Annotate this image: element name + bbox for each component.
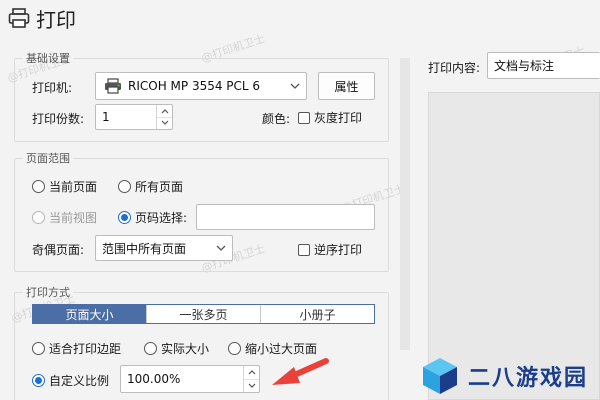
grayscale-checkbox[interactable]: 灰度打印 <box>298 109 362 126</box>
print-content-label: 打印内容: <box>428 61 481 75</box>
increment-button[interactable] <box>157 105 172 118</box>
copies-label: 打印份数: <box>32 112 85 126</box>
dialog-title: 打印 <box>8 4 76 32</box>
print-preview-area <box>428 92 600 400</box>
radio-page-select[interactable]: 页码选择: <box>118 209 187 226</box>
printer-icon <box>8 8 30 28</box>
reverse-print-label: 逆序打印 <box>314 243 363 257</box>
chevron-up-icon <box>248 370 255 375</box>
odd-even-select[interactable]: 范围中所有页面 <box>95 235 233 261</box>
decrement-button[interactable] <box>157 118 172 130</box>
reverse-print-checkbox[interactable]: 逆序打印 <box>298 241 362 258</box>
page-range-legend: 页面范围 <box>26 152 70 165</box>
radio-label: 适合打印边距 <box>49 342 122 356</box>
print-content-value: 文档与标注 <box>494 59 555 73</box>
scale-stepper[interactable]: 100.00% <box>120 365 260 393</box>
color-label: 颜色: <box>262 112 291 126</box>
copies-value: 1 <box>102 110 110 124</box>
chevron-up-icon <box>161 108 168 114</box>
tab-page-size[interactable]: 页面大小 <box>33 305 146 323</box>
scale-value: 100.00% <box>127 372 181 386</box>
printer-select[interactable]: RICOH MP 3554 PCL 6 <box>95 72 307 100</box>
odd-even-label: 奇偶页面: <box>32 243 85 257</box>
copies-stepper[interactable]: 1 <box>95 104 173 130</box>
tab-booklet[interactable]: 小册子 <box>260 305 374 323</box>
chevron-down-icon <box>290 83 300 89</box>
page-select-input[interactable] <box>196 204 375 230</box>
increment-button[interactable] <box>244 366 259 380</box>
printer-value: RICOH MP 3554 PCL 6 <box>128 79 261 93</box>
radio-all-pages[interactable]: 所有页面 <box>118 178 183 195</box>
radio-label: 实际大小 <box>161 342 210 356</box>
decrement-button[interactable] <box>244 380 259 393</box>
site-logo: 二八游戏园 <box>420 356 588 396</box>
radio-current-page[interactable]: 当前页面 <box>32 178 97 195</box>
radio-fit-margins[interactable]: 适合打印边距 <box>32 340 121 357</box>
tab-multiple-pages[interactable]: 一张多页 <box>146 305 260 323</box>
vertical-scrollbar[interactable] <box>400 58 410 350</box>
grayscale-label: 灰度打印 <box>314 111 363 125</box>
radio-label: 当前页面 <box>49 180 98 194</box>
properties-button[interactable]: 属性 <box>318 72 375 100</box>
radio-label: 自定义比例 <box>49 374 110 388</box>
annotation-arrow-icon <box>272 358 329 385</box>
odd-even-value: 范围中所有页面 <box>102 241 187 256</box>
chevron-down-icon <box>248 383 255 388</box>
printer-device-icon <box>105 78 121 94</box>
cube-logo-icon <box>423 358 457 394</box>
printer-label: 打印机: <box>32 81 73 95</box>
print-mode-legend: 打印方式 <box>26 286 70 299</box>
print-content-select[interactable]: 文档与标注 <box>487 52 600 79</box>
radio-custom-scale[interactable]: 自定义比例 <box>32 372 109 389</box>
chevron-down-icon <box>216 245 226 251</box>
logo-text: 二八游戏园 <box>468 366 589 391</box>
radio-label: 当前视图 <box>49 211 98 225</box>
radio-actual-size[interactable]: 实际大小 <box>144 340 209 357</box>
basic-settings-legend: 基础设置 <box>26 52 70 65</box>
chevron-down-icon <box>161 120 168 126</box>
radio-label: 页码选择: <box>135 211 188 225</box>
page-title: 打印 <box>36 7 76 32</box>
radio-label: 所有页面 <box>135 180 184 194</box>
print-mode-tabs: 页面大小 一张多页 小册子 <box>32 304 375 324</box>
radio-current-view[interactable]: 当前视图 <box>32 209 97 226</box>
